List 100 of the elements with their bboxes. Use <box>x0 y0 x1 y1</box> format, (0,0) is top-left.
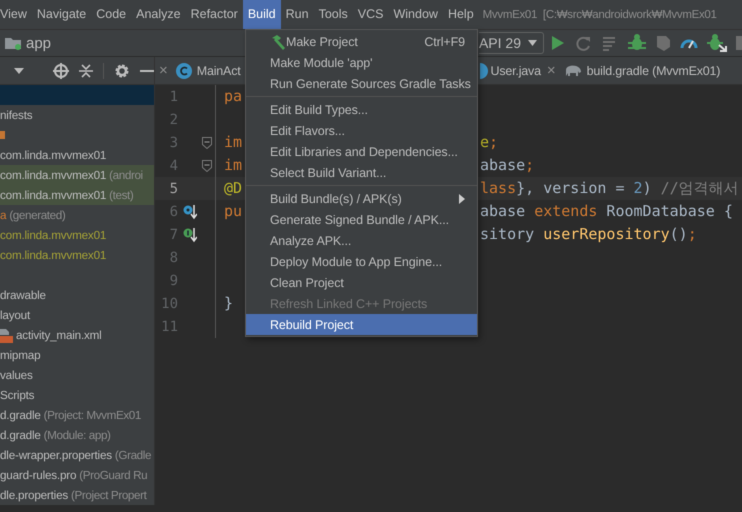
tree-item-note: (Project Propert <box>71 488 146 502</box>
tree-item-note: (Module: app) <box>44 428 111 442</box>
caret-icon <box>528 40 537 46</box>
tree-item-note: (Project: MvvmEx01 <box>44 408 142 422</box>
fold-icon[interactable] <box>202 160 212 172</box>
menu-item[interactable]: Edit Flavors... <box>246 120 477 141</box>
line-number: 11 <box>160 318 178 334</box>
close-icon[interactable]: × <box>546 62 556 79</box>
tree-item[interactable]: layout <box>0 308 30 322</box>
tree-item[interactable]: a <box>0 208 6 222</box>
menu-item[interactable]: Select Build Variant... <box>246 162 477 183</box>
tree-item-note: (test) <box>109 188 134 202</box>
menu-item[interactable]: Refactor <box>186 0 243 29</box>
menu-item[interactable]: Clean Project <box>246 272 477 293</box>
menu-item[interactable]: View <box>0 0 32 29</box>
tree-row[interactable]: dle-wrapper.properties (Gradle <box>0 445 154 465</box>
menu-item[interactable]: Build <box>242 0 281 29</box>
tree-row[interactable]: mipmap <box>0 345 154 365</box>
tree-row[interactable]: activity_main.xml <box>0 325 154 345</box>
tree-item[interactable]: d.gradle <box>0 428 41 442</box>
bug-icon[interactable] <box>628 34 646 52</box>
menu-item[interactable]: VCS <box>352 0 388 29</box>
line-number: 1 <box>168 88 178 104</box>
elephant-icon <box>564 64 582 78</box>
tree-item[interactable]: Scripts <box>0 388 34 402</box>
tree-item[interactable]: com.linda.mvvmex01 <box>0 168 106 182</box>
locate-icon[interactable] <box>53 62 69 78</box>
line-number: 9 <box>168 272 178 288</box>
dropdown-caret-icon[interactable] <box>14 68 24 74</box>
tree-row[interactable]: layout <box>0 305 154 325</box>
run-icon[interactable] <box>549 34 565 52</box>
tree-item[interactable]: activity_main.xml <box>16 328 102 342</box>
tree-item[interactable]: mipmap <box>0 348 40 362</box>
tree-row[interactable]: values <box>0 365 154 385</box>
tree-item[interactable]: com.linda.mvvmex01 <box>0 228 106 242</box>
tree-row[interactable]: com.linda.mvvmex01 (test) <box>0 185 154 205</box>
tree-row[interactable]: nifests <box>0 105 154 125</box>
line-number: 8 <box>168 250 178 266</box>
override-marker-icon[interactable] <box>183 204 197 220</box>
menu-item[interactable]: Window <box>388 0 443 29</box>
menu-item[interactable]: Generate Signed Bundle / APK... <box>246 209 477 230</box>
editor-tab[interactable]: build.gradle (MvvmEx01) <box>562 57 722 84</box>
class-icon <box>176 62 192 78</box>
menu-item[interactable]: Build Bundle(s) / APK(s) <box>246 188 477 209</box>
tree-item-note: (Gradle <box>114 448 152 462</box>
menu-item[interactable]: Edit Libraries and Dependencies... <box>246 141 477 162</box>
menu-item[interactable]: Deploy Module to App Engine... <box>246 251 477 272</box>
menu-item[interactable]: Run <box>280 0 314 29</box>
tree-row[interactable]: com.linda.mvvmex01 (androi <box>0 165 154 185</box>
tree-item-note: (androi <box>109 168 143 182</box>
code-text: @D <box>224 179 242 197</box>
folder-icon <box>4 35 22 51</box>
line-number: 3 <box>168 134 178 150</box>
line-number: 4 <box>168 158 178 174</box>
menu-item[interactable]: Rebuild Project <box>246 314 477 335</box>
menu-item[interactable]: Edit Build Types... <box>246 99 477 120</box>
menu-item[interactable]: Analyze <box>131 0 186 29</box>
tree-row[interactable]: com.linda.mvvmex01 <box>0 225 154 245</box>
tree-item[interactable]: values <box>0 368 33 382</box>
tree-item[interactable]: dle-wrapper.properties <box>0 448 112 462</box>
tree-row[interactable]: a (generated) <box>0 205 154 225</box>
tree-row[interactable]: drawable <box>0 285 154 305</box>
menu-item[interactable]: Make Project Ctrl+F9 <box>246 31 477 52</box>
tree-row[interactable]: guard-rules.pro (ProGuard Ru <box>0 465 154 485</box>
tree-item[interactable]: com.linda.mvvmex01 <box>0 188 106 202</box>
tree-item[interactable]: d.gradle <box>0 408 41 422</box>
tree-item[interactable]: nifests <box>0 108 32 122</box>
menu-item[interactable]: Navigate <box>32 0 92 29</box>
menu-item[interactable]: Analyze APK... <box>246 230 477 251</box>
menu-item[interactable]: Help <box>442 0 479 29</box>
tree-row[interactable]: d.gradle (Module: app) <box>0 425 154 445</box>
menu-item[interactable]: Run Generate Sources Gradle Tasks <box>246 73 477 94</box>
fold-icon[interactable] <box>202 136 212 148</box>
tree-row[interactable]: com.linda.mvvmex01 <box>0 245 154 265</box>
tree-item[interactable]: guard-rules.pro <box>0 468 76 482</box>
line-number: 6 <box>168 204 178 220</box>
bug-arrow-icon[interactable] <box>707 34 727 52</box>
tree-item[interactable]: com.linda.mvvmex01 <box>0 148 106 162</box>
tree-item[interactable]: com.linda.mvvmex01 <box>0 248 106 262</box>
line-number: 5 <box>168 180 178 196</box>
tree-row[interactable]: Scripts <box>0 385 154 405</box>
implement-marker-icon[interactable] <box>183 226 197 242</box>
editor-tab[interactable]: MainAct <box>174 57 243 84</box>
menu-item[interactable]: Code <box>91 0 132 29</box>
code-text: abase; <box>480 155 534 176</box>
tree-row[interactable]: dle.properties (Project Propert <box>0 485 154 505</box>
menu-item[interactable]: Make Module 'app' <box>246 52 477 73</box>
xml-file-icon <box>0 327 13 343</box>
tree-item[interactable]: drawable <box>0 288 46 302</box>
tree-row[interactable]: com.linda.mvvmex01 <box>0 145 154 165</box>
settings-icon[interactable] <box>114 62 130 78</box>
code-text: abase extends RoomDatabase { <box>480 201 733 222</box>
editor-tab[interactable]: User.java <box>480 57 543 84</box>
collapse-icon[interactable] <box>79 62 93 78</box>
device-dropdown[interactable]: API 29 <box>478 32 544 54</box>
tree-row[interactable]: d.gradle (Project: MvvmEx01 <box>0 405 154 425</box>
code-text: lass}, version = 2) //엄격해서 <box>480 178 739 199</box>
menu-item[interactable]: Tools <box>314 0 353 29</box>
close-icon[interactable]: × <box>159 62 168 79</box>
tree-item[interactable]: dle.properties <box>0 488 68 502</box>
